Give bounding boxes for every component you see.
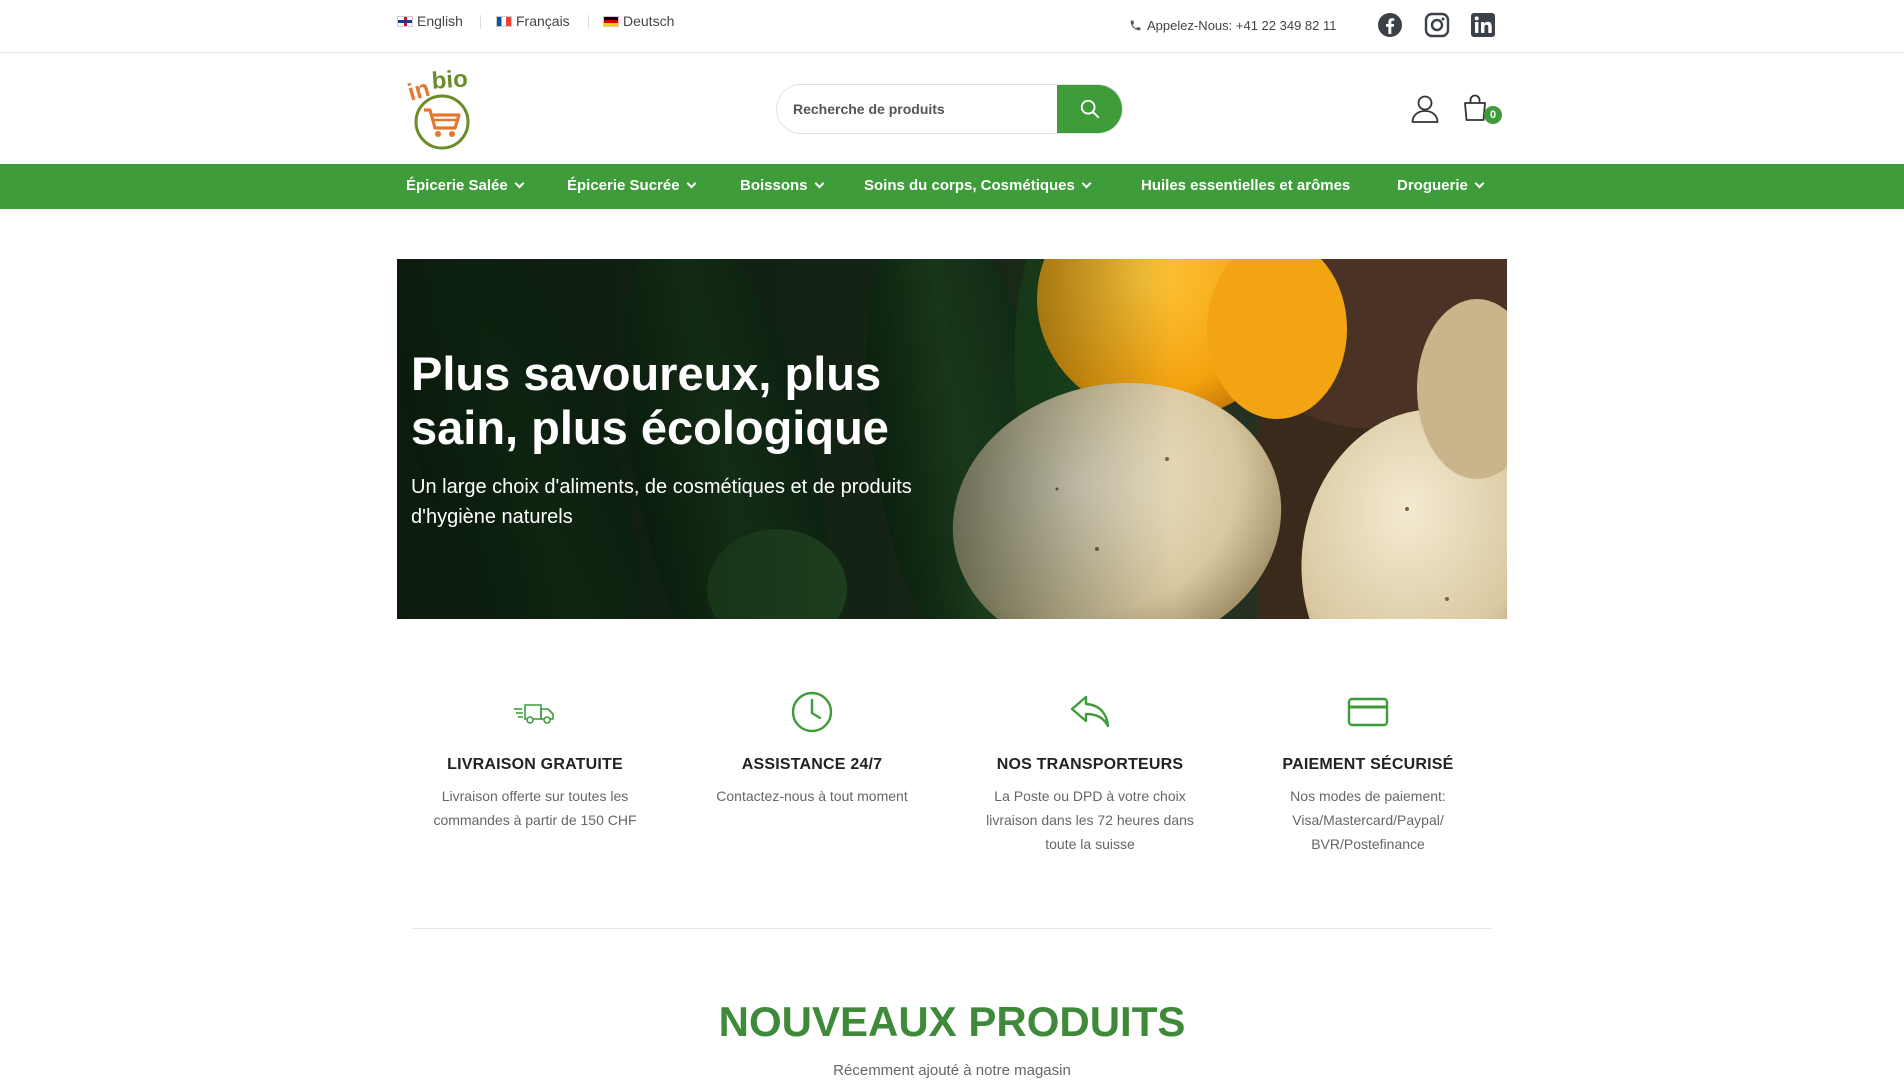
chevron-down-icon: [814, 178, 824, 189]
nav-item-epicerie-sucree[interactable]: Épicerie Sucrée: [567, 177, 697, 194]
feature-text: Contactez-nous à tout moment: [716, 788, 908, 804]
inbio-logo[interactable]: in bio: [404, 64, 484, 154]
reply-arrow-icon: [1070, 695, 1110, 728]
language-german-label: Deutsch: [623, 13, 675, 29]
nav-item-label: Épicerie Sucrée: [567, 177, 680, 194]
product-search: [776, 84, 1123, 134]
top-bar: English Français Deutsch Appelez-Nous: +…: [0, 0, 1904, 53]
feature-title: LIVRAISON GRATUITE: [447, 756, 623, 773]
phone-text: Appelez-Nous: +41 22 349 82 11: [1147, 18, 1337, 33]
feature-secure-payment: PAIEMENT SÉCURISÉ Nos modes de paiement:…: [1248, 686, 1488, 856]
instagram-icon[interactable]: [1424, 12, 1450, 38]
search-icon: [1080, 99, 1099, 119]
cart-button[interactable]: 0: [1462, 93, 1502, 129]
search-input[interactable]: [777, 85, 1059, 133]
facebook-icon[interactable]: [1377, 12, 1403, 38]
chevron-down-icon: [1081, 178, 1092, 189]
chevron-down-icon: [1474, 178, 1485, 189]
language-french-link[interactable]: Français: [496, 13, 570, 29]
account-icon[interactable]: [1410, 94, 1440, 124]
feature-title: PAIEMENT SÉCURISÉ: [1282, 756, 1454, 773]
search-button[interactable]: [1057, 85, 1122, 133]
feature-text: Nos modes de paiement: Visa/Mastercard/P…: [1290, 788, 1446, 852]
new-products-subtitle: Récemment ajouté à notre magasin: [833, 1062, 1071, 1079]
nav-item-label: Droguerie: [1397, 177, 1468, 194]
feature-text: Livraison offerte sur toutes les command…: [433, 788, 637, 828]
nav-item-label: Huiles essentielles et arômes: [1141, 177, 1351, 194]
france-flag-icon: [496, 15, 512, 27]
language-english-link[interactable]: English: [397, 13, 463, 29]
svg-text:in: in: [405, 75, 433, 107]
nav-item-label: Épicerie Salée: [406, 177, 508, 194]
language-french-label: Français: [516, 13, 570, 29]
phone-contact: Appelez-Nous: +41 22 349 82 11: [1129, 18, 1336, 33]
language-german-link[interactable]: Deutsch: [603, 13, 674, 29]
feature-carriers: NOS TRANSPORTEURS La Poste ou DPD à votr…: [970, 686, 1210, 856]
section-divider: [412, 928, 1492, 929]
nav-item-droguerie[interactable]: Droguerie: [1397, 177, 1485, 194]
feature-free-delivery: LIVRAISON GRATUITE Livraison offerte sur…: [415, 686, 655, 832]
phone-icon: [1130, 20, 1141, 31]
nav-item-epicerie-salee[interactable]: Épicerie Salée: [406, 177, 525, 194]
nav-item-huiles-essentielles[interactable]: Huiles essentielles et arômes: [1141, 177, 1350, 194]
germany-flag-icon: [603, 15, 619, 27]
language-separator: [588, 15, 589, 29]
delivery-truck-icon: [514, 704, 554, 724]
cart-count-badge: 0: [1484, 106, 1502, 124]
feature-assistance: ASSISTANCE 24/7 Contactez-nous à tout mo…: [692, 686, 932, 808]
main-navigation: Épicerie Salée Épicerie Sucrée Boissons …: [0, 164, 1904, 209]
hero-banner[interactable]: Plus savoureux, plus sain, plus écologiq…: [397, 259, 1507, 619]
credit-card-icon: [1347, 697, 1389, 727]
new-products-title: NOUVEAUX PRODUITS: [718, 998, 1186, 1045]
uk-flag-icon: [397, 15, 413, 27]
clock-icon: [791, 691, 833, 733]
linkedin-icon[interactable]: [1470, 12, 1496, 38]
feature-title: ASSISTANCE 24/7: [741, 756, 883, 773]
hero-title: Plus savoureux, plus sain, plus écologiq…: [411, 347, 889, 454]
language-english-label: English: [417, 13, 463, 29]
feature-title: NOS TRANSPORTEURS: [996, 756, 1184, 773]
nav-item-label: Soins du corps, Cosmétiques: [864, 177, 1075, 194]
nav-item-soins-du-corps[interactable]: Soins du corps, Cosmétiques: [864, 177, 1092, 194]
feature-text: La Poste ou DPD à votre choix livraison …: [986, 788, 1194, 852]
chevron-down-icon: [686, 178, 697, 189]
chevron-down-icon: [514, 178, 525, 189]
language-separator: [480, 15, 481, 29]
nav-item-boissons[interactable]: Boissons: [740, 177, 824, 194]
svg-text:bio: bio: [431, 65, 469, 94]
nav-item-label: Boissons: [740, 177, 808, 194]
hero-subtitle: Un large choix d'aliments, de cosmétique…: [411, 476, 912, 528]
